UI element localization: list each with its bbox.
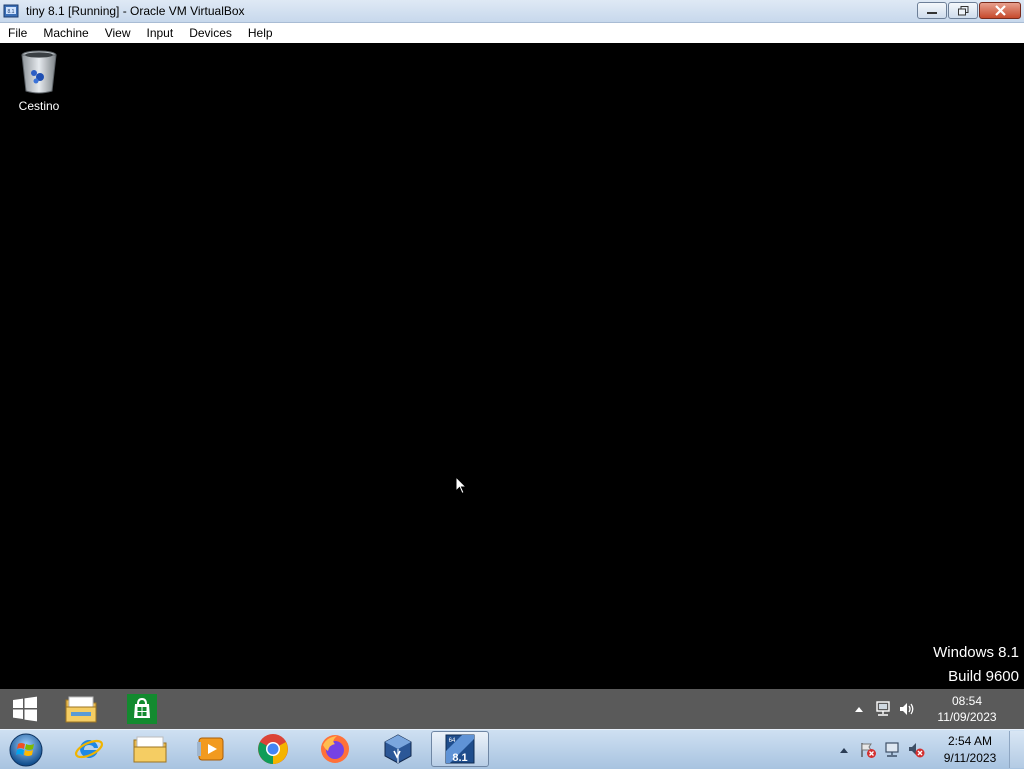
guest-network-button[interactable]	[872, 699, 894, 719]
restore-button[interactable]	[948, 2, 978, 19]
chevron-up-icon	[855, 707, 863, 712]
window-title: tiny 8.1 [Running] - Oracle VM VirtualBo…	[26, 4, 245, 18]
guest-file-explorer-button[interactable]	[64, 693, 98, 725]
svg-text:8.1: 8.1	[452, 752, 467, 764]
host-system-tray: 2:54 AM 9/11/2023	[833, 730, 1024, 769]
virtualbox-app-icon: 8.1	[3, 4, 19, 18]
window-title-bar[interactable]: 8.1 tiny 8.1 [Running] - Oracle VM Virtu…	[0, 0, 1024, 23]
host-internet-explorer-button[interactable]	[60, 731, 118, 767]
windows-start-orb-icon	[9, 733, 43, 767]
menu-devices[interactable]: Devices	[181, 26, 240, 40]
minimize-button[interactable]	[917, 2, 947, 19]
host-show-hidden-icons-button[interactable]	[833, 740, 855, 760]
media-player-icon	[197, 737, 224, 761]
guest-clock[interactable]: 08:54 11/09/2023	[928, 693, 1006, 725]
host-taskbar: 8.1 64 2:54 AM 9/11/2023	[0, 729, 1024, 769]
menu-view[interactable]: View	[97, 26, 139, 40]
guest-desktop[interactable]: Cestino Windows 8.1 Build 9600	[0, 43, 1024, 689]
menu-input[interactable]: Input	[139, 26, 182, 40]
desktop-icon-recycle-bin[interactable]: Cestino	[10, 49, 68, 113]
menu-bar: File Machine View Input Devices Help	[0, 23, 1024, 43]
guest-system-tray: 08:54 11/09/2023	[848, 689, 1024, 729]
host-clock[interactable]: 2:54 AM 9/11/2023	[933, 733, 1007, 767]
store-icon	[127, 694, 157, 724]
guest-clock-time: 08:54	[951, 694, 983, 708]
volume-muted-icon	[909, 742, 925, 757]
windows-explorer-icon	[133, 736, 167, 763]
host-media-player-button[interactable]	[182, 731, 240, 767]
internet-explorer-icon	[74, 739, 104, 759]
file-explorer-icon	[65, 696, 97, 723]
virtualbox-icon	[384, 734, 412, 764]
show-desktop-button[interactable]	[1009, 731, 1024, 768]
guest-volume-button[interactable]	[896, 699, 918, 719]
host-clock-date: 9/11/2023	[943, 750, 997, 765]
host-virtualbox-button[interactable]	[369, 731, 427, 767]
host-volume-button[interactable]	[905, 740, 927, 760]
host-chrome-button[interactable]	[244, 731, 302, 767]
desktop-icon-label: Cestino	[18, 99, 60, 113]
host-action-center-button[interactable]	[857, 740, 879, 760]
chevron-up-icon	[840, 747, 848, 753]
tiny-81-vm-icon: 8.1 64	[445, 734, 475, 764]
volume-icon	[900, 703, 914, 715]
host-firefox-button[interactable]	[306, 731, 364, 767]
watermark-version: Windows 8.1	[933, 644, 1019, 661]
restore-icon	[957, 5, 968, 15]
network-icon	[876, 701, 890, 716]
windows-watermark: Windows 8.1 Build 9600	[933, 641, 1019, 689]
guest-show-hidden-icons-button[interactable]	[848, 699, 870, 719]
host-network-button[interactable]	[881, 740, 903, 760]
menu-file[interactable]: File	[0, 26, 35, 40]
host-windows-explorer-button[interactable]	[121, 731, 179, 767]
host-start-button[interactable]	[6, 732, 46, 768]
firefox-icon	[321, 735, 349, 763]
close-icon	[994, 5, 1006, 16]
host-tiny-81-vm-button[interactable]: 8.1 64	[431, 731, 489, 767]
mouse-cursor-icon	[455, 476, 467, 495]
network-icon	[885, 741, 899, 757]
recycle-bin-icon	[21, 50, 57, 94]
watermark-build: Build 9600	[948, 668, 1019, 685]
svg-text:8.1: 8.1	[8, 9, 15, 15]
guest-clock-date: 11/09/2023	[937, 710, 997, 724]
host-clock-time: 2:54 AM	[947, 733, 993, 748]
guest-store-button[interactable]	[125, 693, 159, 725]
menu-machine[interactable]: Machine	[35, 26, 96, 40]
svg-text:64: 64	[449, 738, 456, 744]
guest-start-button[interactable]	[8, 693, 42, 725]
minimize-icon	[927, 11, 937, 14]
chrome-icon	[258, 734, 288, 764]
menu-help[interactable]: Help	[240, 26, 281, 40]
close-button[interactable]	[979, 2, 1021, 19]
guest-taskbar: 08:54 11/09/2023	[0, 689, 1024, 729]
action-center-icon	[861, 742, 876, 758]
start-icon	[13, 696, 37, 722]
